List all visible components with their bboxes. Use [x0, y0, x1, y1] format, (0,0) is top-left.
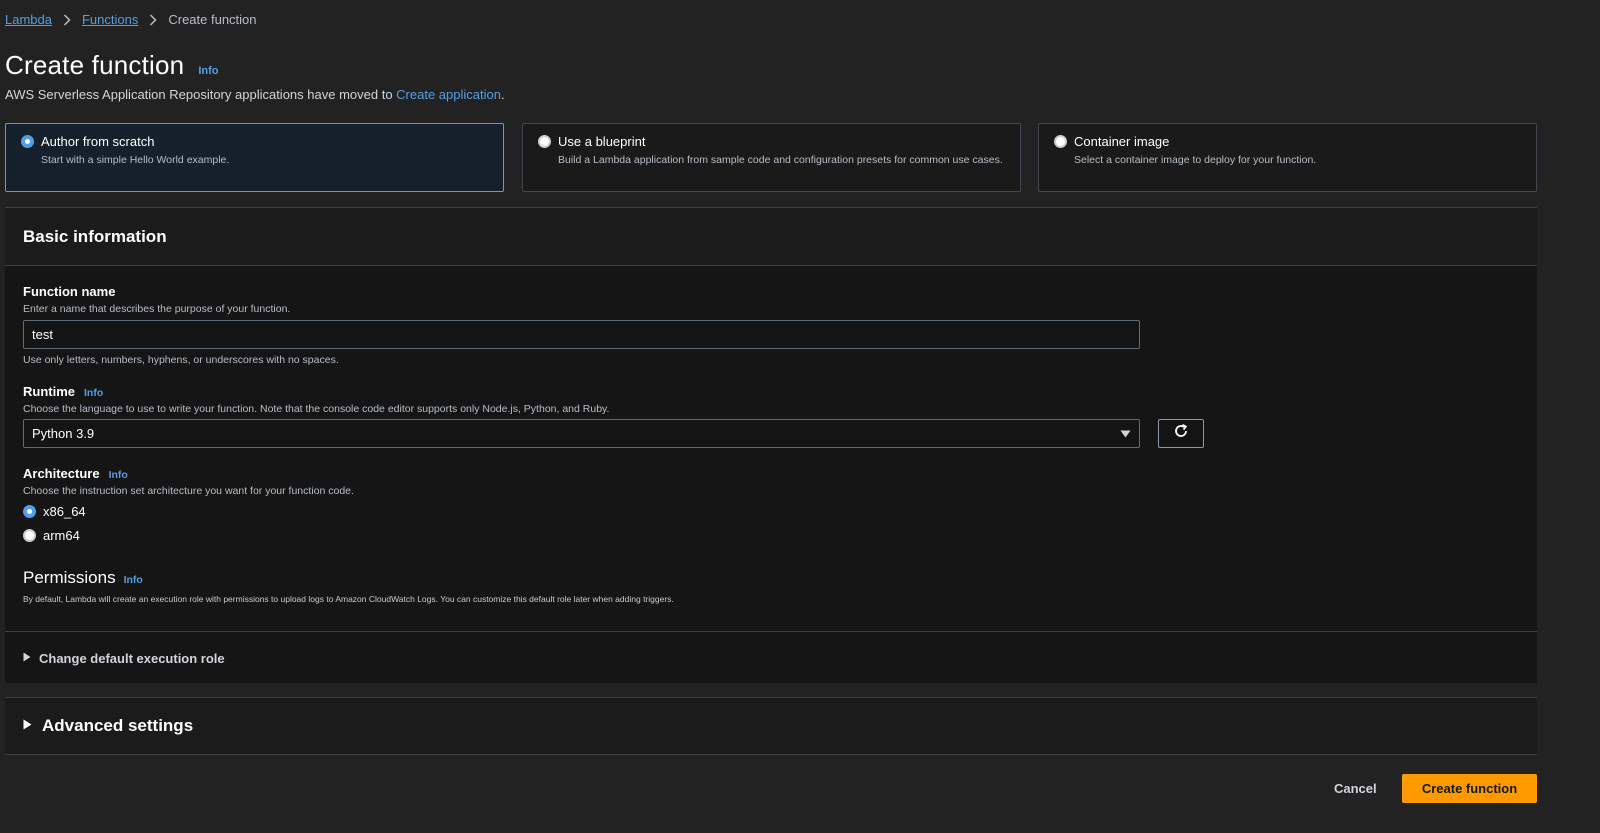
basic-information-heading: Basic information — [23, 226, 167, 246]
architecture-option-label: x86_64 — [43, 504, 86, 519]
architecture-info-link[interactable]: Info — [109, 469, 128, 481]
permissions-title: Permissions — [23, 568, 116, 587]
option-use-blueprint[interactable]: Use a blueprint Build a Lambda applicati… — [522, 123, 1021, 192]
radio-unselected-icon[interactable] — [1054, 135, 1067, 148]
page-note: AWS Serverless Application Repository ap… — [5, 87, 505, 102]
breadcrumb: Lambda Functions Create function — [5, 12, 257, 27]
option-author-from-scratch[interactable]: Author from scratch Start with a simple … — [5, 123, 504, 192]
page-note-text: AWS Serverless Application Repository ap… — [5, 87, 397, 102]
function-name-input[interactable] — [23, 320, 1140, 349]
option-desc: Build a Lambda application from sample c… — [558, 154, 1003, 166]
architecture-group: Architecture Info Choose the instruction… — [23, 466, 354, 497]
architecture-option-arm64[interactable]: arm64 — [23, 528, 80, 543]
creation-option-cards: Author from scratch Start with a simple … — [5, 123, 1537, 192]
caret-right-icon — [23, 717, 32, 735]
runtime-info-link[interactable]: Info — [84, 387, 103, 399]
page-title: Create function — [5, 50, 185, 80]
option-container-image[interactable]: Container image Select a container image… — [1038, 123, 1537, 192]
function-name-hint: Use only letters, numbers, hyphens, or u… — [23, 354, 339, 366]
breadcrumb-lambda-link[interactable]: Lambda — [5, 12, 52, 27]
architecture-desc: Choose the instruction set architecture … — [23, 485, 354, 497]
radio-selected-icon[interactable] — [21, 135, 34, 148]
refresh-icon — [1173, 423, 1189, 444]
caret-right-icon — [23, 649, 31, 667]
option-title: Container image — [1074, 134, 1170, 149]
basic-information-header: Basic information — [5, 208, 1537, 266]
permissions-desc: By default, Lambda will create an execut… — [23, 594, 674, 604]
create-function-button[interactable]: Create function — [1402, 774, 1537, 803]
option-desc: Select a container image to deploy for y… — [1074, 154, 1317, 166]
architecture-option-label: arm64 — [43, 528, 80, 543]
advanced-settings-expander[interactable]: Advanced settings — [5, 697, 1537, 755]
change-execution-role-expander[interactable]: Change default execution role — [23, 649, 225, 667]
change-execution-role-label: Change default execution role — [39, 650, 225, 666]
page-info-link[interactable]: Info — [198, 65, 218, 77]
radio-unselected-icon[interactable] — [23, 529, 36, 542]
runtime-label-row: Runtime Info — [23, 384, 609, 399]
function-name-label: Function name — [23, 284, 116, 299]
runtime-group: Runtime Info Choose the language to use … — [23, 384, 609, 415]
breadcrumb-functions-link[interactable]: Functions — [82, 12, 138, 27]
runtime-select-value: Python 3.9 — [32, 426, 95, 441]
refresh-runtimes-button[interactable] — [1158, 419, 1204, 448]
option-title: Use a blueprint — [558, 134, 646, 149]
runtime-desc: Choose the language to use to write your… — [23, 403, 610, 415]
advanced-settings-label: Advanced settings — [42, 716, 194, 735]
basic-information-panel: Basic information Function name Enter a … — [5, 207, 1537, 683]
architecture-option-x86[interactable]: x86_64 — [23, 504, 86, 519]
page-note-suffix: . — [500, 87, 505, 102]
architecture-label: Architecture — [23, 466, 100, 481]
runtime-label: Runtime — [23, 384, 75, 399]
permissions-title-row: Permissions Info — [23, 568, 674, 588]
chevron-right-icon — [138, 13, 168, 26]
radio-selected-icon[interactable] — [23, 505, 36, 518]
option-title: Author from scratch — [41, 134, 155, 149]
function-name-desc: Enter a name that describes the purpose … — [23, 303, 291, 315]
chevron-right-icon — [52, 13, 82, 26]
title-row: Create function Info — [5, 50, 219, 81]
caret-down-icon — [1120, 425, 1131, 443]
permissions-group: Permissions Info By default, Lambda will… — [23, 568, 674, 604]
function-name-group: Function name Enter a name that describe… — [23, 284, 290, 315]
architecture-label-row: Architecture Info — [23, 466, 354, 481]
runtime-select[interactable]: Python 3.9 — [23, 419, 1140, 448]
divider — [5, 631, 1537, 632]
breadcrumb-current: Create function — [168, 12, 257, 27]
permissions-info-link[interactable]: Info — [124, 574, 143, 586]
radio-unselected-icon[interactable] — [538, 135, 551, 148]
cancel-button[interactable]: Cancel — [1322, 774, 1389, 803]
create-application-link[interactable]: Create application — [396, 87, 501, 102]
option-desc: Start with a simple Hello World example. — [41, 154, 230, 166]
